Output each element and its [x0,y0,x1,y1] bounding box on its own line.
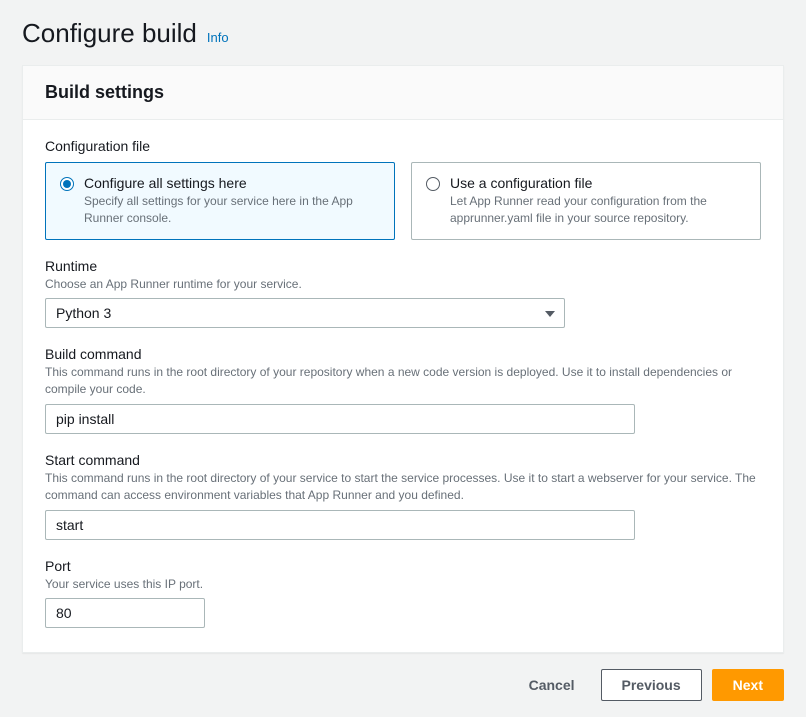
start-command-input[interactable] [45,510,635,540]
card-title: Build settings [45,82,761,103]
footer-actions: Cancel Previous Next [0,653,806,717]
page-header: Configure build Info [0,0,806,65]
runtime-label: Runtime [45,258,761,274]
runtime-group: Runtime Choose an App Runner runtime for… [45,258,761,329]
cancel-button[interactable]: Cancel [513,669,591,701]
build-command-input[interactable] [45,404,635,434]
port-group: Port Your service uses this IP port. [45,558,761,629]
build-command-label: Build command [45,346,761,362]
radio-configure-here[interactable]: Configure all settings here Specify all … [45,162,395,240]
info-link[interactable]: Info [207,30,229,45]
previous-button[interactable]: Previous [601,669,702,701]
runtime-select[interactable]: Python 3 [45,298,565,328]
port-input[interactable] [45,598,205,628]
build-settings-card: Build settings Configuration file Config… [22,65,784,653]
build-command-group: Build command This command runs in the r… [45,346,761,434]
next-button[interactable]: Next [712,669,784,701]
start-command-label: Start command [45,452,761,468]
start-command-desc: This command runs in the root directory … [45,470,761,504]
configuration-file-label: Configuration file [45,138,761,154]
radio-icon [426,177,440,191]
build-command-desc: This command runs in the root directory … [45,364,761,398]
radio-desc: Let App Runner read your configuration f… [450,193,746,227]
radio-title: Use a configuration file [450,175,746,191]
port-desc: Your service uses this IP port. [45,576,761,593]
radio-title: Configure all settings here [84,175,380,191]
configuration-file-group: Configuration file Configure all setting… [45,138,761,240]
card-header: Build settings [23,66,783,120]
radio-use-config-file[interactable]: Use a configuration file Let App Runner … [411,162,761,240]
page-title: Configure build [22,18,197,49]
port-label: Port [45,558,761,574]
start-command-group: Start command This command runs in the r… [45,452,761,540]
radio-desc: Specify all settings for your service he… [84,193,380,227]
radio-icon [60,177,74,191]
runtime-desc: Choose an App Runner runtime for your se… [45,276,761,293]
